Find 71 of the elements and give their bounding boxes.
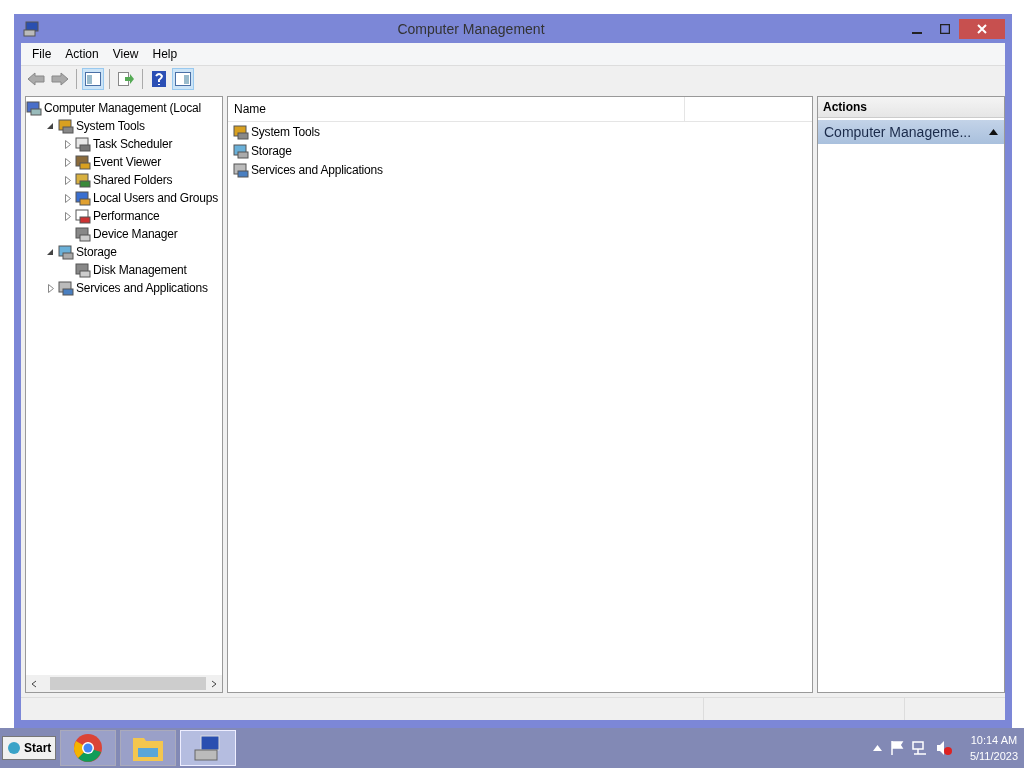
app-icon [23, 20, 39, 37]
list-item[interactable]: Services and Applications [251, 162, 383, 177]
expand-arrow-icon[interactable] [64, 139, 71, 149]
tree-item[interactable]: Device Manager [93, 227, 178, 241]
action-group-header[interactable]: Computer Manageme... [818, 120, 1004, 144]
window-title: Computer Management [396, 20, 546, 37]
browser-icon[interactable] [73, 733, 104, 763]
action-pane-icon [175, 72, 191, 86]
console-tree-icon [85, 72, 101, 86]
column-header[interactable]: Name [228, 97, 685, 121]
tree-item[interactable]: Shared Folders [93, 173, 173, 187]
flag-icon[interactable] [889, 741, 904, 755]
muted-speaker-icon[interactable] [935, 741, 952, 755]
tree-node-icon [75, 136, 91, 152]
list-item[interactable]: System Tools [251, 124, 320, 139]
clock-time: 10:14 AM [970, 733, 1018, 748]
minimize-icon [912, 31, 922, 34]
tree-item[interactable]: Task Scheduler [93, 137, 173, 151]
list-item-icon [233, 142, 249, 159]
export-list-icon [118, 72, 134, 86]
tree-item[interactable]: Disk Management [93, 263, 187, 277]
tree-node-icon [58, 280, 74, 296]
close-button[interactable] [959, 18, 1005, 39]
tree-node-icon [58, 244, 74, 260]
tree-item[interactable]: Event Viewer [93, 155, 162, 169]
network-icon[interactable] [911, 741, 928, 755]
horizontal-scrollbar[interactable] [26, 675, 222, 692]
expand-arrow-icon[interactable] [64, 193, 71, 203]
scroll-left-icon[interactable] [30, 679, 38, 688]
expand-arrow-icon[interactable] [64, 175, 71, 185]
help-icon [152, 71, 166, 87]
tree-node-icon [75, 262, 91, 278]
back-arrow-icon [27, 72, 45, 86]
list-item-icon [233, 161, 249, 178]
tree-node-icon [75, 154, 91, 170]
clock-date: 5/11/2023 [969, 749, 1018, 764]
tree-node-icon [58, 118, 74, 134]
tree-node-icon [75, 190, 91, 206]
menu-item[interactable]: Help [145, 47, 185, 61]
menu-item[interactable]: File [25, 47, 59, 61]
forward-arrow-icon [51, 72, 69, 86]
toolbar-button[interactable] [82, 68, 104, 90]
start-button[interactable]: Start [2, 736, 57, 760]
expand-arrow-icon[interactable] [64, 157, 71, 167]
toolbar-button[interactable] [172, 68, 194, 90]
show-hidden-icons-icon[interactable] [872, 745, 882, 751]
menu-item[interactable]: View [105, 47, 146, 61]
collapse-arrow-icon[interactable] [47, 122, 54, 130]
tree-item[interactable]: Computer Management (Local [44, 101, 201, 115]
tree-node-icon [75, 208, 91, 224]
menu-item[interactable]: Action [58, 47, 106, 61]
tree-item[interactable]: Local Users and Groups [93, 191, 218, 205]
actions-header: Actions [818, 97, 1004, 118]
tree-item[interactable]: Storage [76, 245, 117, 259]
expand-arrow-icon[interactable] [64, 211, 71, 221]
taskbar-app-button[interactable] [60, 730, 117, 766]
collapse-arrow-icon[interactable] [989, 129, 998, 135]
scroll-right-icon[interactable] [210, 679, 218, 688]
tree-item[interactable]: Services and Applications [76, 281, 208, 295]
list-item[interactable]: Storage [251, 143, 292, 158]
maximize-icon [940, 23, 950, 34]
tree-node-icon [26, 100, 42, 116]
tree-node-icon [75, 172, 91, 188]
tree-node-icon [75, 226, 91, 242]
expand-arrow-icon[interactable] [47, 283, 54, 293]
collapse-arrow-icon[interactable] [47, 248, 54, 256]
tree-item[interactable]: Performance [93, 209, 160, 223]
action-group-title: Computer Manageme... [824, 124, 972, 140]
close-icon [977, 23, 987, 34]
list-item-icon [233, 123, 249, 140]
tree-item[interactable]: System Tools [76, 119, 145, 133]
